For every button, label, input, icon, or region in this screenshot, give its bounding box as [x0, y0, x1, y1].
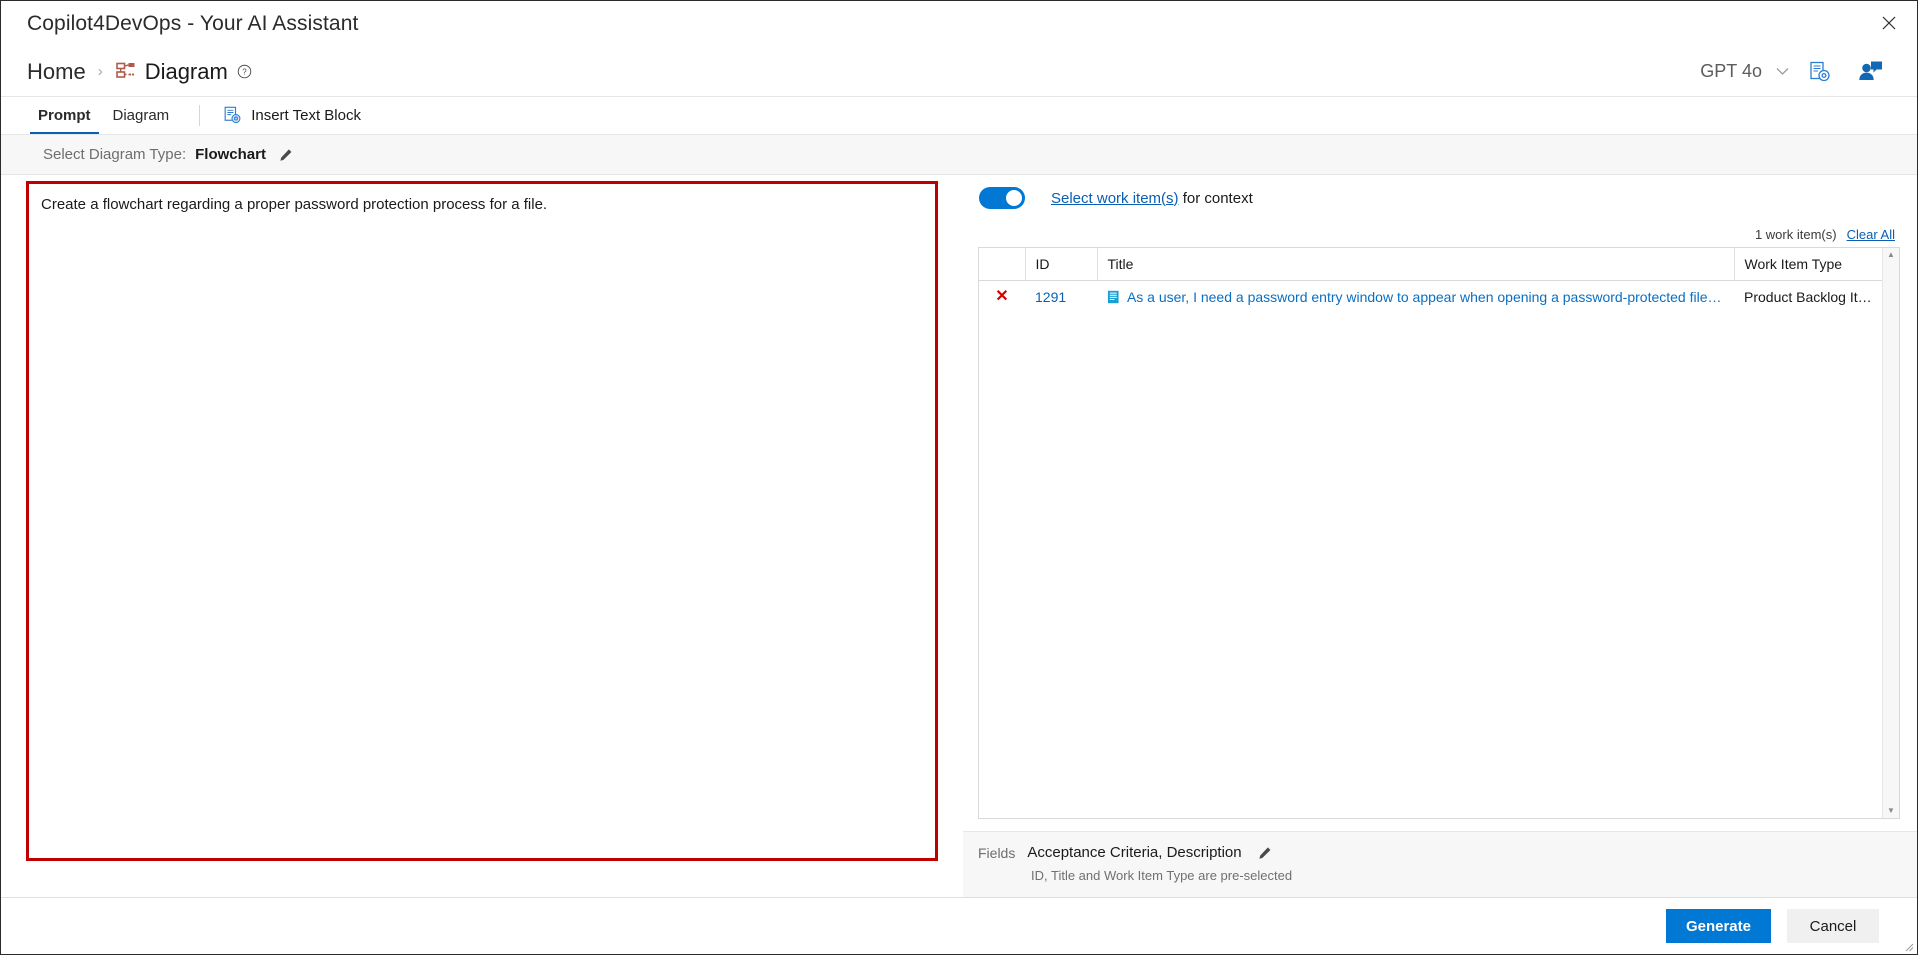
- diagram-icon: [115, 62, 135, 78]
- toggle-knob: [1006, 190, 1022, 206]
- chevron-down-icon: [1776, 68, 1789, 75]
- work-item-title-cell: As a user, I need a password entry windo…: [1097, 281, 1734, 313]
- document-settings-button[interactable]: [1795, 53, 1845, 91]
- breadcrumb-separator-icon: ›: [97, 63, 103, 80]
- insert-text-block-icon: [224, 106, 241, 124]
- edit-fields-button[interactable]: [1258, 846, 1272, 860]
- fields-row: Fields Acceptance Criteria, Description: [978, 844, 1917, 861]
- toolbar-divider: [199, 105, 201, 126]
- context-pane: Select work item(s) for context 1 work i…: [963, 175, 1917, 897]
- breadcrumb-home[interactable]: Home: [27, 59, 86, 85]
- tab-strip: Prompt Diagram Insert Text Block: [1, 97, 1917, 135]
- work-items-table: ID Title Work Item Type ✕ 1291 As a user…: [979, 248, 1882, 313]
- model-selector[interactable]: GPT 4o: [1694, 57, 1795, 86]
- pencil-icon: [1259, 846, 1271, 859]
- context-toggle-row: Select work item(s) for context: [963, 175, 1917, 221]
- select-work-items-link[interactable]: Select work item(s): [1051, 190, 1179, 207]
- col-header-remove[interactable]: [979, 248, 1026, 281]
- col-header-work-item-type[interactable]: Work Item Type: [1734, 248, 1882, 281]
- remove-work-item-button[interactable]: ✕: [995, 289, 1008, 305]
- context-suffix: for context: [1178, 189, 1253, 207]
- model-name: GPT 4o: [1700, 61, 1762, 81]
- title-cell-inner: As a user, I need a password entry windo…: [1107, 289, 1724, 305]
- breadcrumb-current: Diagram: [115, 59, 228, 85]
- dialog-footer: Generate Cancel: [1, 897, 1917, 954]
- col-header-title[interactable]: Title: [1097, 248, 1735, 281]
- tab-prompt-label: Prompt: [38, 107, 91, 124]
- document-settings-icon: [1810, 61, 1830, 81]
- work-item-type-cell: Product Backlog Item: [1744, 288, 1878, 305]
- tab-diagram-label: Diagram: [112, 107, 170, 124]
- main-body: Create a flowchart regarding a proper pa…: [1, 175, 1917, 897]
- insert-text-block-label: Insert Text Block: [251, 107, 361, 124]
- top-right-controls: GPT 4o: [1694, 53, 1895, 91]
- title-bar: Copilot4DevOps - Your AI Assistant: [1, 1, 1917, 47]
- pencil-icon: [280, 148, 292, 161]
- tab-diagram[interactable]: Diagram: [102, 97, 181, 134]
- work-item-id-link[interactable]: 1291: [1035, 289, 1066, 305]
- app-window: Copilot4DevOps - Your AI Assistant Home …: [0, 0, 1918, 955]
- prompt-input[interactable]: Create a flowchart regarding a proper pa…: [26, 181, 938, 861]
- work-items-table-container: ID Title Work Item Type ✕ 1291 As a user…: [978, 247, 1900, 819]
- fields-value: Acceptance Criteria, Description: [1027, 844, 1242, 861]
- work-item-count: 1 work item(s): [1754, 226, 1837, 242]
- breadcrumb: Home › Diagram ? GPT 4o: [1, 47, 1917, 97]
- context-toggle-label: Select work item(s) for context: [1051, 190, 1253, 207]
- work-item-title-link[interactable]: As a user, I need a password entry windo…: [1127, 289, 1724, 305]
- scroll-up-icon[interactable]: ▲: [1887, 251, 1895, 259]
- table-header-row: ID Title Work Item Type: [979, 248, 1882, 281]
- close-button[interactable]: [1861, 1, 1917, 45]
- window-title: Copilot4DevOps - Your AI Assistant: [27, 12, 359, 35]
- insert-text-block-button[interactable]: Insert Text Block: [217, 97, 367, 134]
- user-chat-icon: [1859, 61, 1882, 80]
- cancel-button[interactable]: Cancel: [1787, 909, 1879, 943]
- help-icon[interactable]: ?: [237, 64, 252, 79]
- col-header-id[interactable]: ID: [1025, 248, 1098, 281]
- clear-all-link[interactable]: Clear All: [1847, 227, 1895, 242]
- question-circle-icon: ?: [237, 64, 252, 79]
- diagram-type-value: Flowchart: [195, 146, 266, 163]
- diagram-type-label: Select Diagram Type:: [43, 146, 187, 163]
- prompt-pane: Create a flowchart regarding a proper pa…: [1, 175, 963, 897]
- generate-button[interactable]: Generate: [1665, 909, 1771, 943]
- close-icon: [1882, 16, 1896, 30]
- work-items-table-scroll: ID Title Work Item Type ✕ 1291 As a user…: [979, 248, 1882, 818]
- work-item-id-cell: 1291: [1025, 281, 1097, 313]
- remove-work-item-cell: ✕: [979, 281, 1025, 313]
- diagram-type-bar: Select Diagram Type: Flowchart: [1, 135, 1917, 175]
- resize-grip-icon[interactable]: [1902, 940, 1914, 952]
- user-chat-button[interactable]: [1845, 53, 1895, 91]
- svg-text:?: ?: [242, 68, 247, 77]
- scroll-down-icon[interactable]: ▼: [1887, 807, 1895, 815]
- fields-note: ID, Title and Work Item Type are pre-sel…: [1031, 868, 1293, 883]
- table-head: ID Title Work Item Type: [979, 248, 1882, 281]
- table-scrollbar[interactable]: ▲ ▼: [1882, 248, 1899, 818]
- table-body: ✕ 1291 As a user, I need a password entr…: [979, 281, 1882, 313]
- backlog-item-icon: [1107, 290, 1119, 303]
- fields-label: Fields: [978, 844, 1016, 861]
- work-item-context-toggle[interactable]: [979, 187, 1025, 209]
- work-item-count-row: 1 work item(s) Clear All: [963, 221, 1917, 247]
- edit-diagram-type-button[interactable]: [279, 148, 293, 162]
- page-title: Diagram: [144, 58, 228, 84]
- fields-footer: Fields Acceptance Criteria, Description …: [963, 831, 1917, 897]
- tab-prompt[interactable]: Prompt: [27, 97, 102, 134]
- table-row[interactable]: ✕ 1291 As a user, I need a password entr…: [979, 281, 1882, 313]
